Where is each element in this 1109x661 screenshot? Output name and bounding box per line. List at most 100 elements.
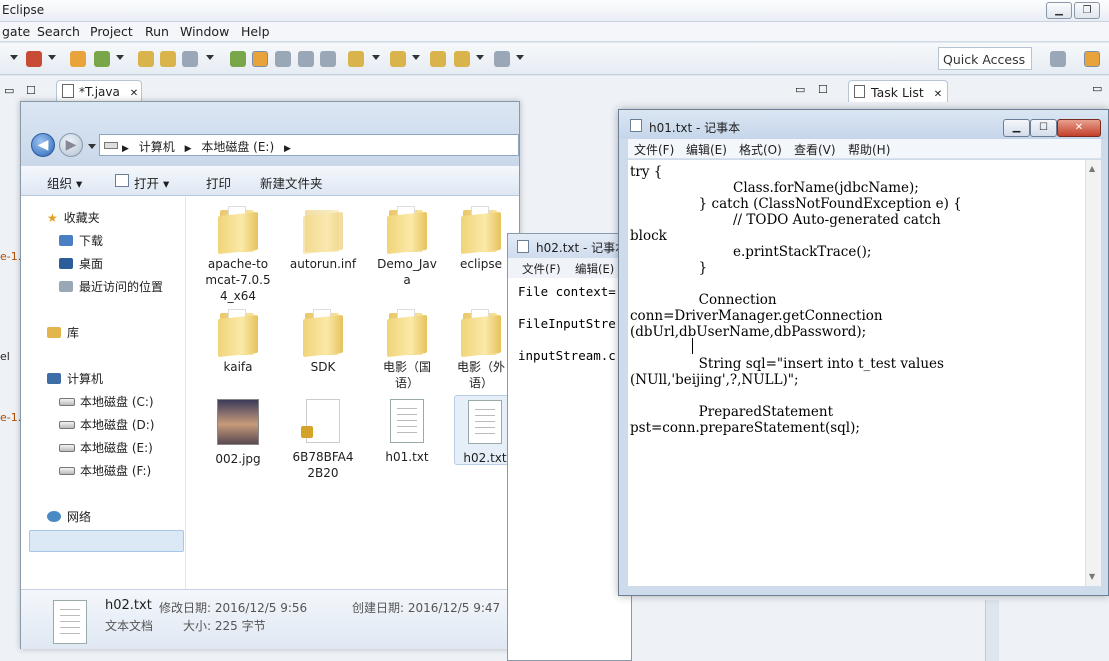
address-bar[interactable]: ▶ 计算机 ▶ 本地磁盘 (E:) ▶ bbox=[99, 134, 519, 156]
block-select-icon[interactable] bbox=[298, 51, 314, 67]
open-button[interactable]: 打开 ▾ bbox=[134, 173, 169, 192]
minimize-editor-icon[interactable]: ▭ bbox=[795, 83, 805, 96]
nav-network[interactable]: 网络 bbox=[47, 508, 91, 525]
print-button[interactable]: 打印 bbox=[206, 173, 231, 192]
back-button[interactable]: ◀ bbox=[31, 133, 55, 157]
forward-icon[interactable] bbox=[494, 51, 510, 67]
back-arrow-icon[interactable] bbox=[454, 51, 470, 67]
menu-format[interactable]: 格式(O) bbox=[739, 141, 782, 158]
chevron-down-icon[interactable] bbox=[10, 55, 18, 60]
menu-view[interactable]: 查看(V) bbox=[794, 141, 836, 158]
maximize-editor-icon[interactable]: ☐ bbox=[818, 83, 828, 96]
back-icon[interactable] bbox=[430, 51, 446, 67]
breadcrumb-drive-e[interactable]: 本地磁盘 (E:) bbox=[201, 140, 274, 154]
recent-pages-chevron-icon[interactable] bbox=[88, 144, 96, 149]
menu-search[interactable]: Search bbox=[37, 24, 80, 39]
chevron-down-icon[interactable] bbox=[206, 55, 214, 60]
minimize-button[interactable]: ▁ bbox=[1046, 2, 1072, 19]
maximize-button[interactable]: ☐ bbox=[1030, 119, 1057, 137]
close-icon[interactable]: ✕ bbox=[934, 89, 942, 100]
menu-edit[interactable]: 编辑(E) bbox=[686, 141, 727, 158]
nav-drive-d[interactable]: 本地磁盘 (D:) bbox=[59, 416, 154, 433]
minimize-tasklist-icon[interactable]: ▭ bbox=[1092, 82, 1102, 95]
chevron-down-icon[interactable] bbox=[116, 55, 124, 60]
notepad-h01-editor[interactable]: try { Class.forName(jdbcName); } catch (… bbox=[628, 160, 1085, 586]
menu-project[interactable]: Project bbox=[90, 24, 133, 39]
tab-editor-tjava[interactable]: *T.java ✕ bbox=[56, 80, 142, 102]
vertical-scrollbar[interactable]: ▲ ▼ bbox=[1085, 160, 1101, 586]
new-package-icon[interactable] bbox=[70, 51, 86, 67]
next-annotation-icon[interactable] bbox=[348, 51, 364, 67]
chevron-down-icon[interactable] bbox=[516, 55, 524, 60]
file-item[interactable]: 电影（国 语） bbox=[367, 309, 447, 391]
notepad-h02-text[interactable]: File context= FileInputStre inputStream.… bbox=[518, 284, 616, 364]
annotation-icon[interactable] bbox=[230, 51, 246, 67]
open-perspective-icon[interactable] bbox=[1050, 51, 1066, 67]
search-icon[interactable] bbox=[182, 51, 198, 67]
notepad-h01-text[interactable]: try { Class.forName(jdbcName); } catch (… bbox=[630, 164, 962, 436]
side-label: el bbox=[0, 350, 10, 363]
nav-downloads[interactable]: 下载 bbox=[59, 232, 103, 249]
file-item[interactable]: 6B78BFA4 2B20 bbox=[283, 399, 363, 481]
open-folder-icon[interactable] bbox=[160, 51, 176, 67]
chevron-right-icon[interactable]: ▶ bbox=[284, 144, 291, 154]
close-icon[interactable]: ✕ bbox=[130, 88, 138, 99]
restore-button[interactable]: ❐ bbox=[1074, 2, 1100, 19]
debug-icon[interactable] bbox=[26, 51, 42, 67]
file-item[interactable]: h01.txt bbox=[367, 399, 447, 465]
file-item[interactable]: autorun.inf bbox=[283, 206, 363, 272]
nav-recent-places[interactable]: 最近访问的位置 bbox=[59, 278, 163, 295]
chevron-down-icon[interactable] bbox=[412, 55, 420, 60]
nav-drive-e[interactable]: 本地磁盘 (E:) bbox=[59, 439, 153, 456]
file-item[interactable]: Demo_Jav a bbox=[367, 206, 447, 288]
nav-desktop[interactable]: 桌面 bbox=[59, 255, 103, 272]
file-item[interactable]: 002.jpg bbox=[198, 399, 278, 467]
chevron-down-icon[interactable] bbox=[372, 55, 380, 60]
chevron-down-icon[interactable] bbox=[476, 55, 484, 60]
file-item[interactable]: 电影（外 语） bbox=[451, 309, 511, 391]
highlight-icon[interactable] bbox=[252, 51, 268, 67]
nav-drive-c[interactable]: 本地磁盘 (C:) bbox=[59, 393, 154, 410]
forward-button[interactable]: ▶ bbox=[59, 133, 83, 157]
nav-computer[interactable]: 计算机 bbox=[47, 370, 103, 387]
explorer-command-bar: 组织 ▾ 打开 ▾ 打印 新建文件夹 bbox=[21, 166, 519, 196]
scroll-down-icon[interactable]: ▼ bbox=[1089, 572, 1095, 581]
menu-navigate[interactable]: gate bbox=[2, 24, 30, 39]
open-icon bbox=[115, 174, 129, 187]
maximize-view-icon[interactable]: ☐ bbox=[26, 84, 36, 97]
editor-tab-label: *T.java bbox=[79, 85, 120, 99]
organize-button[interactable]: 组织 ▾ bbox=[47, 173, 82, 192]
minimize-view-icon[interactable]: ▭ bbox=[4, 84, 14, 97]
java-perspective-icon[interactable] bbox=[1084, 51, 1100, 67]
minimize-button[interactable]: ▁ bbox=[1003, 119, 1030, 137]
file-item[interactable]: kaifa bbox=[198, 309, 278, 375]
close-button[interactable]: ✕ bbox=[1057, 119, 1101, 137]
new-folder-button[interactable]: 新建文件夹 bbox=[260, 173, 323, 192]
menu-window[interactable]: Window bbox=[180, 24, 229, 39]
quick-access-input[interactable]: Quick Access bbox=[938, 47, 1032, 70]
breadcrumb-computer[interactable]: 计算机 bbox=[139, 140, 175, 154]
nav-favorites[interactable]: ★ 收藏夹 bbox=[47, 209, 100, 226]
chevron-right-icon[interactable]: ▶ bbox=[185, 144, 192, 154]
prev-annotation-icon[interactable] bbox=[390, 51, 406, 67]
menu-help[interactable]: 帮助(H) bbox=[848, 141, 890, 158]
scroll-up-icon[interactable]: ▲ bbox=[1089, 164, 1095, 173]
tab-task-list[interactable]: Task List ✕ bbox=[848, 80, 948, 102]
open-type-icon[interactable] bbox=[138, 51, 154, 67]
network-icon bbox=[47, 511, 61, 522]
nav-libraries[interactable]: 库 bbox=[47, 324, 79, 341]
menu-file[interactable]: 文件(F) bbox=[522, 261, 561, 277]
file-item[interactable]: eclipse bbox=[451, 206, 511, 272]
whitespace-icon[interactable] bbox=[320, 51, 336, 67]
menu-file[interactable]: 文件(F) bbox=[634, 141, 674, 158]
file-item[interactable]: apache-to mcat-7.0.5 4_x64 bbox=[198, 206, 278, 304]
locked-file-icon bbox=[301, 399, 340, 443]
toggle-icon[interactable] bbox=[275, 51, 291, 67]
menu-help[interactable]: Help bbox=[241, 24, 270, 39]
nav-drive-f[interactable]: 本地磁盘 (F:) bbox=[59, 462, 151, 479]
chevron-down-icon[interactable] bbox=[48, 55, 56, 60]
file-item[interactable]: SDK bbox=[283, 309, 363, 375]
menu-edit[interactable]: 编辑(E) bbox=[575, 261, 614, 277]
menu-run[interactable]: Run bbox=[145, 24, 169, 39]
new-class-icon[interactable] bbox=[94, 51, 110, 67]
